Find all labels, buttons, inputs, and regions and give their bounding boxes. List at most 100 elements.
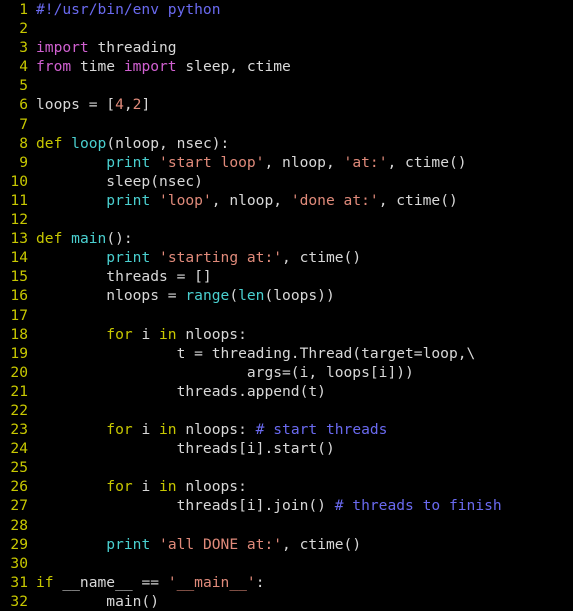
code-line-content[interactable]: #!/usr/bin/env python — [28, 0, 573, 19]
code-line[interactable]: 27 threads[i].join() # threads to finish — [0, 496, 573, 515]
code-token-comment: # threads to finish — [334, 497, 502, 515]
code-line[interactable]: 1 #!/usr/bin/env python — [0, 0, 573, 19]
code-token-number: 4 — [115, 96, 124, 114]
code-line-content[interactable]: threads[i].join() # threads to finish — [28, 496, 573, 515]
code-line-content[interactable]: nloops = range(len(loops)) — [28, 286, 573, 305]
code-line-content[interactable]: loops = [4,2] — [28, 95, 573, 114]
line-number: 14 — [10, 249, 28, 267]
code-token-default: time — [71, 58, 124, 76]
code-line[interactable]: 3 import threading — [0, 38, 573, 57]
line-number: 6 — [19, 96, 28, 114]
code-token-default: , ctime() — [378, 191, 458, 209]
code-line[interactable]: 21 threads.append(t) — [0, 382, 573, 401]
code-line-content[interactable]: def loop(nloop, nsec): — [28, 134, 573, 153]
code-token-string: 'done at:' — [290, 191, 379, 209]
code-line[interactable]: 22 — [0, 401, 573, 420]
code-line-content[interactable]: main() — [28, 592, 573, 611]
code-line-content[interactable]: args=(i, loops[i])) — [28, 363, 573, 382]
code-line[interactable]: 6 loops = [4,2] — [0, 95, 573, 114]
code-line-content[interactable]: print 'all DONE at:', ctime() — [28, 535, 573, 554]
code-token-default: __name__ == — [53, 573, 168, 591]
code-token-default: nloops = — [36, 287, 186, 305]
line-number: 8 — [19, 134, 28, 152]
code-token-string: 'all DONE at:' — [159, 535, 283, 553]
code-token-default: nloops: — [176, 421, 256, 439]
code-token-default — [150, 154, 159, 171]
code-line[interactable]: 26 for i in nloops: — [0, 477, 573, 496]
code-editor[interactable]: 1 #!/usr/bin/env python 2 3 import threading… — [0, 0, 573, 611]
code-token-default — [36, 192, 106, 209]
code-line-content[interactable]: import threading — [28, 38, 573, 57]
code-line-content[interactable]: for i in nloops: — [28, 477, 573, 496]
code-token-builtin: print — [106, 535, 151, 553]
code-line[interactable]: 14 print 'starting at:', ctime() — [0, 248, 573, 267]
code-line-content[interactable]: print 'start loop', nloop, 'at:', ctime(… — [28, 153, 573, 172]
code-line[interactable]: 32 main() — [0, 592, 573, 611]
code-line[interactable]: 25 — [0, 458, 573, 477]
code-line[interactable]: 28 — [0, 516, 573, 535]
code-token-default: , nloop, — [211, 191, 291, 209]
line-number: 26 — [10, 478, 28, 496]
line-number: 21 — [10, 382, 28, 400]
code-line-content[interactable]: for i in nloops: — [28, 325, 573, 344]
line-number: 22 — [10, 401, 28, 419]
code-lines-container[interactable]: 1 #!/usr/bin/env python 2 3 import threading… — [0, 0, 573, 611]
code-line-content[interactable]: threads[i].start() — [28, 439, 573, 458]
code-line-content[interactable]: sleep(nsec) — [28, 172, 573, 191]
code-token-funcname: loop — [71, 134, 107, 152]
code-token-builtin: print — [106, 153, 151, 171]
code-token-default: t = threading.Thread(target=loop,\ — [36, 344, 476, 362]
line-number: 20 — [10, 363, 28, 381]
code-token-default: threads.append(t) — [36, 382, 326, 400]
code-token-default — [36, 478, 106, 495]
code-line[interactable]: 4 from time import sleep, ctime — [0, 57, 573, 76]
code-line[interactable]: 23 for i in nloops: # start threads — [0, 420, 573, 439]
code-line[interactable]: 30 — [0, 554, 573, 573]
code-line-content[interactable]: def main(): — [28, 229, 573, 248]
code-line[interactable]: 8 def loop(nloop, nsec): — [0, 134, 573, 153]
code-line[interactable]: 15 threads = [] — [0, 267, 573, 286]
code-line-content[interactable]: print 'loop', nloop, 'done at:', ctime() — [28, 191, 573, 210]
code-line[interactable]: 17 — [0, 306, 573, 325]
line-number: 17 — [10, 306, 28, 324]
code-line[interactable]: 7 — [0, 115, 573, 134]
code-line[interactable]: 18 for i in nloops: — [0, 325, 573, 344]
code-line-content[interactable]: threads.append(t) — [28, 382, 573, 401]
code-token-default: , nloop, — [264, 153, 344, 171]
code-line[interactable]: 11 print 'loop', nloop, 'done at:', ctim… — [0, 191, 573, 210]
code-line[interactable]: 29 print 'all DONE at:', ctime() — [0, 535, 573, 554]
code-token-default — [36, 421, 106, 438]
code-token-import: import — [36, 39, 89, 57]
code-line[interactable]: 2 — [0, 19, 573, 38]
code-line-content[interactable]: t = threading.Thread(target=loop,\ — [28, 344, 573, 363]
code-line[interactable]: 19 t = threading.Thread(target=loop,\ — [0, 344, 573, 363]
code-token-default: , ctime() — [387, 153, 467, 171]
line-number: 16 — [10, 287, 28, 305]
code-line-content[interactable]: if __name__ == '__main__': — [28, 573, 573, 592]
code-line[interactable]: 13 def main(): — [0, 229, 573, 248]
code-token-default — [150, 536, 159, 553]
line-number: 27 — [10, 497, 28, 515]
line-number: 31 — [10, 573, 28, 591]
code-token-default — [62, 135, 71, 152]
code-line[interactable]: 9 print 'start loop', nloop, 'at:', ctim… — [0, 153, 573, 172]
code-line[interactable]: 12 — [0, 210, 573, 229]
code-token-keyword: if — [36, 573, 54, 591]
code-line-content[interactable]: print 'starting at:', ctime() — [28, 248, 573, 267]
code-line[interactable]: 16 nloops = range(len(loops)) — [0, 286, 573, 305]
code-token-comment: #!/usr/bin/env python — [36, 1, 221, 18]
code-line[interactable]: 31 if __name__ == '__main__': — [0, 573, 573, 592]
line-number: 3 — [19, 39, 28, 57]
code-line[interactable]: 24 threads[i].start() — [0, 439, 573, 458]
code-line[interactable]: 5 — [0, 76, 573, 95]
code-line-content[interactable]: threads = [] — [28, 267, 573, 286]
line-number: 28 — [10, 516, 28, 534]
line-number: 9 — [19, 153, 28, 171]
code-line-content[interactable]: for i in nloops: # start threads — [28, 420, 573, 439]
line-number: 13 — [10, 230, 28, 248]
code-line[interactable]: 20 args=(i, loops[i])) — [0, 363, 573, 382]
line-number: 25 — [10, 459, 28, 477]
line-number: 10 — [10, 172, 28, 190]
code-line[interactable]: 10 sleep(nsec) — [0, 172, 573, 191]
code-line-content[interactable]: from time import sleep, ctime — [28, 57, 573, 76]
